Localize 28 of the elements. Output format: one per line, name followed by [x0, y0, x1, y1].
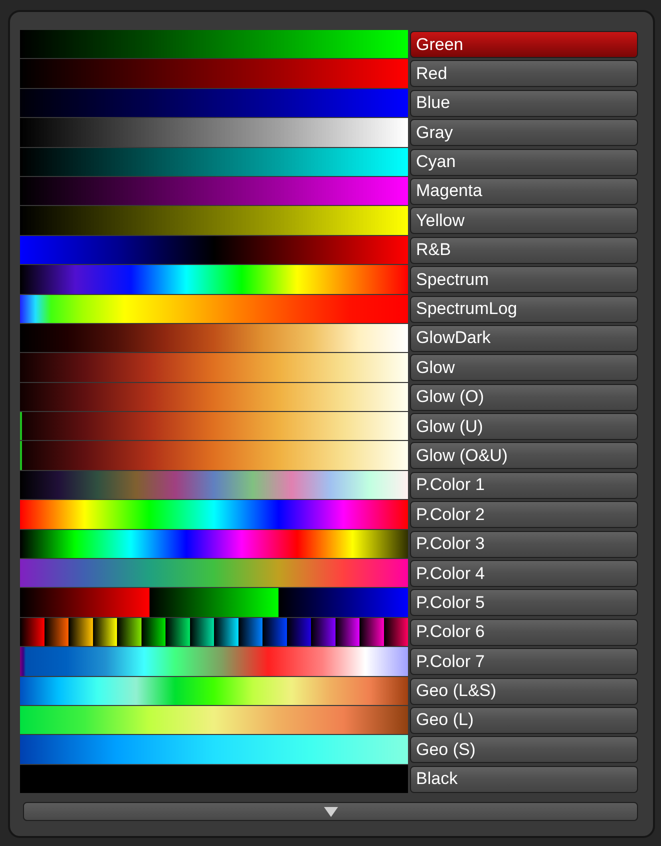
colormap-option[interactable]: Spectrum	[410, 266, 638, 294]
colormap-option[interactable]: Glow (O&U)	[410, 442, 638, 470]
colormap-option[interactable]: P.Color 7	[410, 648, 638, 676]
colormap-option[interactable]: R&B	[410, 236, 638, 264]
colormap-option[interactable]: Blue	[410, 90, 638, 117]
colormap-option[interactable]: P.Color 5	[410, 589, 638, 616]
colormap-option[interactable]: P.Color 1	[410, 472, 638, 499]
colormap-option[interactable]: Cyan	[410, 148, 638, 176]
colormap-option[interactable]: GlowDark	[410, 324, 638, 352]
colormap-option[interactable]: SpectrumLog	[410, 296, 638, 323]
colormap-option[interactable]: Black	[410, 766, 638, 793]
colormap-option[interactable]: Geo (L)	[410, 706, 638, 734]
colormap-option[interactable]: Gray	[410, 119, 638, 146]
caret-down-icon	[324, 806, 338, 817]
colormap-option[interactable]: P.Color 2	[410, 501, 638, 528]
colormap-option[interactable]: P.Color 4	[410, 560, 638, 588]
colormap-option[interactable]: Geo (L&S)	[410, 678, 638, 705]
colormap-option[interactable]: Green	[410, 31, 638, 58]
colormap-option[interactable]: Glow (O)	[410, 384, 638, 411]
colormap-option[interactable]: Glow (U)	[410, 413, 638, 440]
colormap-option[interactable]: Glow	[410, 354, 638, 382]
colormap-option[interactable]: Yellow	[410, 207, 638, 234]
colormap-option[interactable]: Geo (S)	[410, 736, 638, 764]
colormap-option[interactable]: P.Color 3	[410, 530, 638, 558]
colormap-option[interactable]: Red	[410, 60, 638, 88]
colormap-option[interactable]: P.Color 6	[410, 618, 638, 646]
scroll-down-button[interactable]	[23, 802, 638, 822]
colormap-option[interactable]: Magenta	[410, 178, 638, 205]
